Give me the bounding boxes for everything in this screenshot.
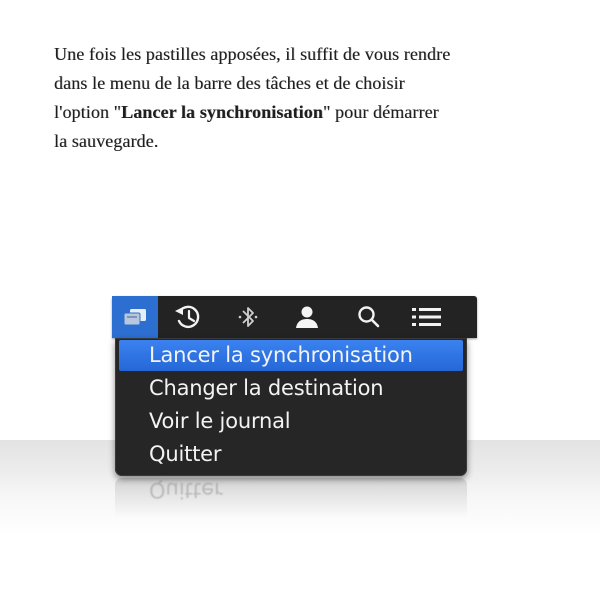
menubar-list-item[interactable] [404,296,450,338]
instructions-line-4: la sauvegarde. [54,131,159,151]
instructions-line-3-bold: Lancer la synchronisation [121,102,323,122]
app-icon [123,309,146,326]
menubar-history-item[interactable] [164,296,212,338]
menu-reflection: Quitter [115,478,467,518]
user-icon [296,306,318,328]
instructions-line-3-pre: l'option " [54,102,122,122]
menubar-user-item[interactable] [286,296,328,338]
menubar-search-item[interactable] [348,296,390,338]
instructions-line-3-post: " pour démarrer [322,102,439,122]
dropdown-menu: Lancer la synchronisation Changer la des… [115,338,467,476]
menu-item-voir-journal[interactable]: Voir le journal [119,406,463,437]
instructions-paragraph: Une fois les pastilles apposées, il suff… [54,40,554,156]
menu-item-lancer-synchronisation[interactable]: Lancer la synchronisation [119,340,463,371]
search-icon [358,306,380,328]
list-icon [412,308,441,326]
bluetooth-icon [238,307,258,327]
history-icon [175,305,200,329]
menubar-app-item[interactable] [112,296,158,338]
instructions-line-1: Une fois les pastilles apposées, il suff… [54,44,451,64]
menu-bar [112,296,477,338]
reflection-text: Quitter [149,478,223,502]
instructions-line-2: dans le menu de la barre des tâches et d… [54,73,405,93]
menu-item-changer-destination[interactable]: Changer la destination [119,373,463,404]
menu-item-quitter[interactable]: Quitter [119,439,463,470]
menubar-bluetooth-item[interactable] [228,296,268,338]
